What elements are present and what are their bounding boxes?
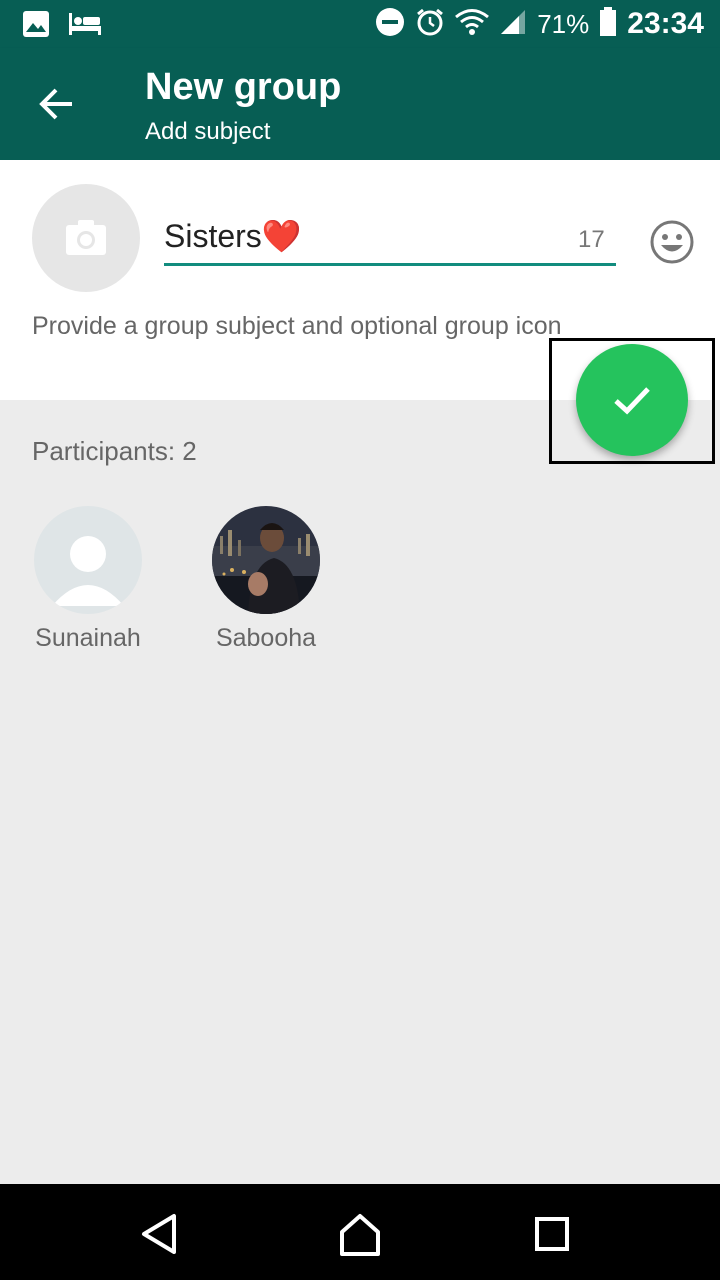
photo-avatar — [212, 506, 320, 614]
battery-icon — [599, 6, 617, 42]
wifi-icon — [455, 8, 490, 41]
navigation-bar — [0, 1184, 720, 1280]
group-icon-picker[interactable] — [32, 184, 140, 292]
char-counter: 17 — [578, 226, 605, 253]
nav-home-icon — [340, 1214, 380, 1256]
nav-home-button[interactable] — [336, 1210, 384, 1258]
alarm-icon — [415, 7, 445, 42]
nav-recents-icon — [535, 1217, 569, 1251]
participant-item[interactable]: Sabooha — [191, 506, 341, 653]
emoji-button[interactable] — [648, 218, 696, 266]
nav-back-button[interactable] — [136, 1210, 184, 1258]
participant-name: Sabooha — [215, 624, 317, 652]
bed-icon — [68, 11, 102, 42]
participants-count: Participants: 2 — [32, 436, 197, 466]
image-icon — [22, 10, 50, 43]
nav-recents-button[interactable] — [528, 1210, 576, 1258]
participant-name: Sunainah — [35, 624, 141, 652]
back-button[interactable] — [30, 78, 82, 130]
clock: 23:34 — [627, 7, 704, 40]
page-subtitle: Add subject — [145, 118, 271, 145]
participant-item[interactable]: Sunainah — [13, 506, 163, 653]
arrow-back-icon — [39, 88, 72, 120]
person-icon — [52, 536, 124, 606]
check-icon — [614, 387, 650, 415]
status-bar: 71% 23:34 — [0, 0, 720, 48]
create-group-button[interactable] — [576, 344, 688, 456]
dnd-icon — [375, 7, 405, 42]
group-subject-input[interactable] — [164, 212, 554, 260]
subject-hint: Provide a group subject and optional gro… — [32, 312, 562, 340]
signal-icon — [499, 8, 527, 41]
profile-photo — [212, 506, 320, 614]
input-underline — [164, 263, 616, 266]
camera-icon — [66, 220, 106, 255]
smiley-icon — [650, 220, 694, 264]
nav-back-icon — [142, 1214, 176, 1254]
app-bar: New group Add subject — [0, 48, 720, 160]
battery-percent: 71% — [537, 8, 590, 39]
page-title: New group — [145, 66, 342, 108]
default-avatar — [34, 506, 142, 614]
